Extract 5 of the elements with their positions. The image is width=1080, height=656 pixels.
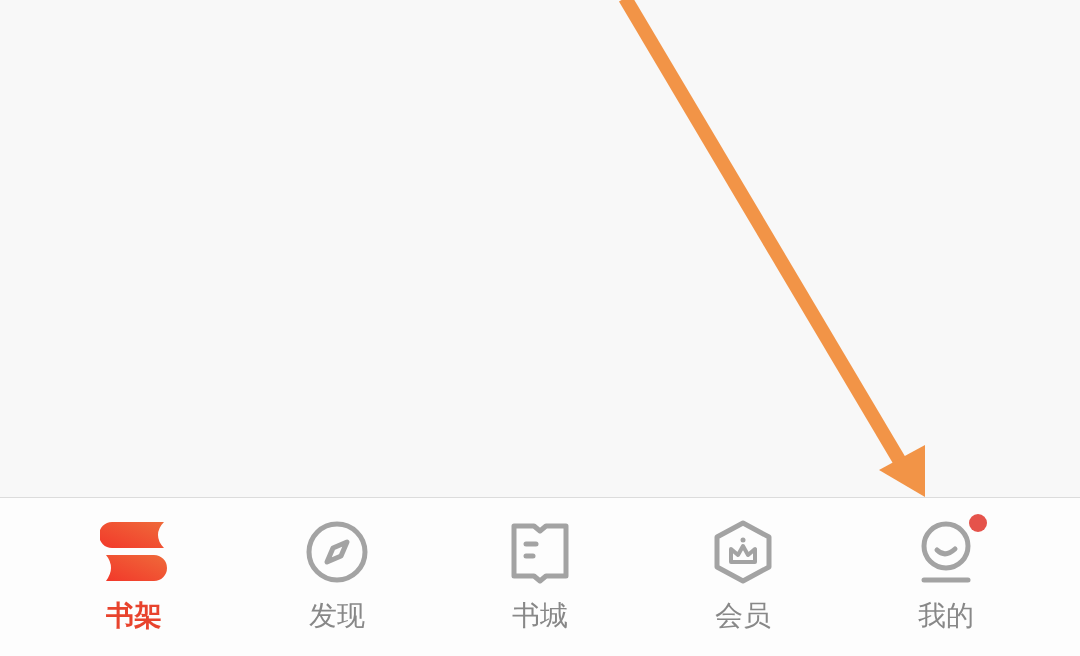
tab[interactable]: 发现: [235, 498, 439, 656]
tab[interactable]: 书城: [438, 498, 642, 656]
tab[interactable]: 我的: [844, 498, 1048, 656]
tab[interactable]: 会员: [641, 498, 845, 656]
tab[interactable]: 书架: [32, 498, 236, 656]
